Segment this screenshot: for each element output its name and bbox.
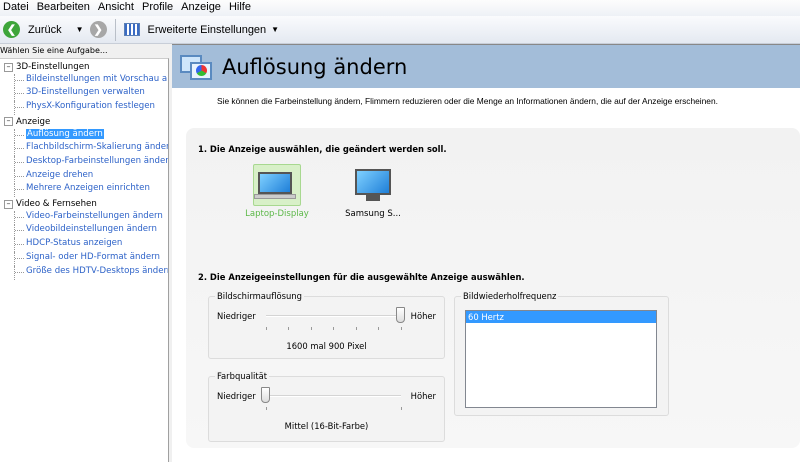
chevron-down-icon[interactable]: ▼ [271, 25, 279, 34]
back-dropdown-icon[interactable]: ▼ [76, 25, 84, 34]
tree-item-label: Bildeinstellungen mit Vorschau anpassen [26, 73, 168, 84]
tree-group-label: Anzeige [16, 116, 51, 127]
tree-item-label: Desktop-Farbeinstellungen ändern [26, 155, 169, 166]
tree-group-label: 3D-Einstellungen [16, 62, 90, 72]
resolution-value: 1600 mal 900 Pixel [286, 341, 367, 351]
menu-ansicht[interactable]: Ansicht [95, 0, 139, 16]
display-label: Samsung S... [345, 209, 401, 219]
color-quality-value: Mittel (16-Bit-Farbe) [284, 421, 369, 431]
slider-tick [378, 327, 380, 330]
slider-tick [400, 407, 402, 410]
menu-bearbeiten[interactable]: Bearbeiten [34, 0, 95, 16]
back-arrow-icon[interactable]: ❮ [3, 21, 20, 38]
forward-arrow-icon[interactable]: ❯ [89, 21, 107, 38]
page-description: Sie können die Farbeinstellung ändern, F… [217, 96, 718, 106]
color-quality-slider[interactable] [260, 387, 402, 410]
slider-thumb[interactable] [260, 387, 270, 403]
task-tree: –3D-Einstellungen Bildeinstellungen mit V… [0, 58, 169, 462]
tree-item[interactable]: Anzeige drehen [14, 169, 94, 184]
refresh-rate-option[interactable]: 60 Hertz [466, 311, 656, 323]
tree-item[interactable]: Signal- oder HD-Format ändern [14, 251, 160, 266]
tree-item-label: Video-Farbeinstellungen ändern [26, 210, 163, 221]
advanced-settings-button[interactable]: Erweiterte Einstellungen [148, 24, 267, 36]
tree-item-label: HDCP-Status anzeigen [26, 238, 123, 249]
page-title: Auflösung ändern [222, 54, 408, 79]
tree-item-label: Videobildeinstellungen ändern [26, 224, 157, 235]
tree-group[interactable]: – Anzeige [4, 117, 50, 127]
tree-item-label: PhysX-Konfiguration festlegen [26, 101, 155, 112]
task-label: Wählen Sie eine Aufgabe... [0, 46, 108, 55]
slider-tick [400, 327, 402, 330]
tree-item[interactable]: Video-Farbeinstellungen ändern [14, 210, 163, 225]
slider-tick [288, 327, 290, 330]
refresh-rate-group: Bildwiederholfrequenz 60 Hertz [454, 291, 669, 416]
tree-item-label: Signal- oder HD-Format ändern [26, 251, 160, 262]
color-low-label: Niedriger [217, 391, 256, 401]
resolution-high-label: Höher [410, 311, 436, 321]
toolbar: ❮ Zurück ▼ ❯ Erweiterte Einstellungen ▼ [0, 16, 800, 44]
menu-profile[interactable]: Profile [139, 0, 178, 16]
tree-item[interactable]: Flachbildschirm-Skalierung ändern [14, 142, 169, 157]
refresh-rate-legend: Bildwiederholfrequenz [461, 291, 559, 301]
color-quality-legend: Farbqualität [215, 371, 270, 381]
menu-bar: Datei Bearbeiten Ansicht Profile Anzeige… [0, 0, 800, 16]
page-header: Auflösung ändern [172, 44, 800, 88]
slider-thumb[interactable] [395, 307, 405, 323]
tree-item-label: Anzeige drehen [26, 169, 94, 180]
menu-datei[interactable]: Datei [0, 0, 34, 16]
tree-item[interactable]: Desktop-Farbeinstellungen ändern [14, 155, 169, 170]
tree-item-label: Mehrere Anzeigen einrichten [26, 183, 150, 194]
tree-group-label: Video & Fernsehen [16, 199, 97, 209]
display-label: Laptop-Display [245, 209, 309, 219]
advanced-settings-icon [123, 23, 140, 36]
tree-item[interactable]: PhysX-Konfiguration festlegen [14, 101, 155, 116]
slider-tick [265, 327, 267, 330]
slider-tick [333, 327, 335, 330]
tree-item[interactable]: HDCP-Status anzeigen [14, 238, 123, 253]
laptop-icon [253, 164, 301, 206]
tree-item[interactable]: Bildeinstellungen mit Vorschau anpassen [14, 73, 168, 88]
menu-hilfe[interactable]: Hilfe [226, 0, 256, 16]
refresh-rate-list[interactable]: 60 Hertz [465, 310, 657, 408]
collapse-icon[interactable]: – [4, 62, 13, 72]
collapse-icon[interactable]: – [4, 117, 13, 127]
tree-item[interactable]: Videobildeinstellungen ändern [14, 224, 157, 239]
step1-heading: 1. Die Anzeige auswählen, die geändert w… [198, 144, 447, 154]
display-samsung[interactable]: Samsung S... [338, 164, 408, 219]
collapse-icon[interactable]: – [4, 199, 13, 209]
color-high-label: Höher [410, 391, 436, 401]
resolution-group: Bildschirmauflösung Niedriger Höher 1600… [208, 291, 445, 359]
tree-group[interactable]: –3D-Einstellungen [4, 62, 89, 72]
resolution-legend: Bildschirmauflösung [215, 291, 304, 301]
tree-item[interactable]: Größe des HDTV-Desktops ändern [14, 265, 169, 280]
tree-item-label: Größe des HDTV-Desktops ändern [26, 265, 169, 276]
resolution-low-label: Niedriger [217, 311, 256, 321]
tree-item[interactable]: Auflösung ändern [14, 128, 104, 143]
slider-tick [265, 407, 267, 410]
menu-anzeige[interactable]: Anzeige [178, 0, 226, 16]
tree-item-label: Auflösung ändern [26, 128, 104, 139]
main-panel: Auflösung ändern Sie können die Farbeins… [172, 44, 800, 462]
toolbar-divider [114, 18, 116, 41]
tree-item[interactable]: Mehrere Anzeigen einrichten [14, 183, 150, 198]
slider-tick [355, 327, 357, 330]
tree-item-label: Flachbildschirm-Skalierung ändern [26, 142, 169, 153]
tree-item[interactable]: 3D-Einstellungen verwalten [14, 87, 145, 102]
slider-tick [310, 327, 312, 330]
step2-heading: 2. Die Anzeigeeinstellungen für die ausg… [198, 272, 525, 282]
display-settings-icon [180, 53, 212, 81]
monitor-icon [349, 164, 397, 206]
tree-group[interactable]: – Video & Fernsehen [4, 199, 97, 209]
color-quality-group: Farbqualität Niedriger Höher Mittel (16-… [208, 371, 445, 442]
resolution-slider[interactable] [265, 307, 405, 330]
settings-card: 1. Die Anzeige auswählen, die geändert w… [186, 128, 800, 448]
back-button[interactable]: Zurück [28, 24, 62, 36]
tree-item-label: 3D-Einstellungen verwalten [26, 87, 145, 98]
display-laptop[interactable]: Laptop-Display [242, 164, 312, 219]
